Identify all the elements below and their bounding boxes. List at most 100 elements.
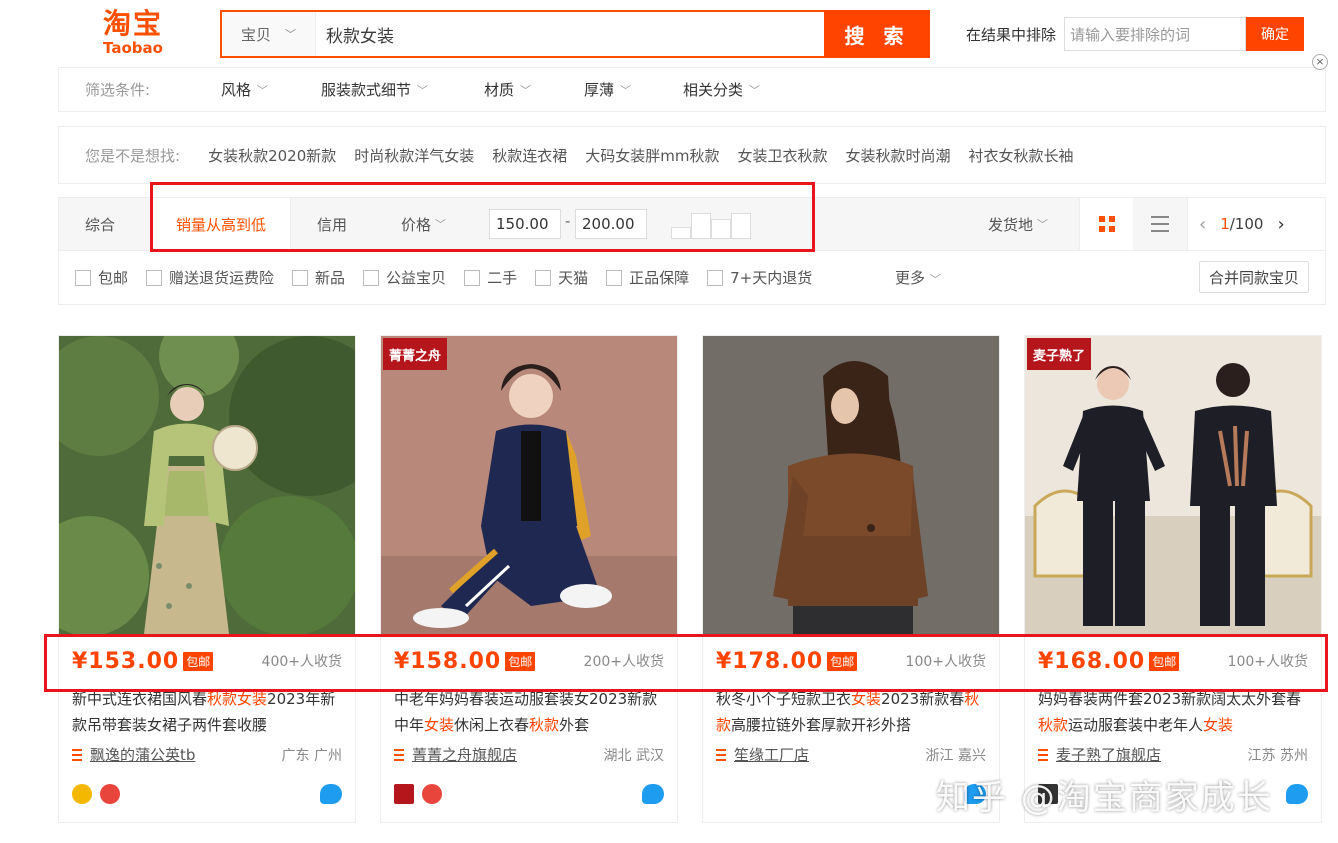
taobao-logo[interactable]: 淘宝 Taobao (88, 8, 178, 60)
filter-item-label: 风格 (221, 81, 252, 99)
product-image[interactable] (703, 336, 999, 634)
chevron-down-icon: ﹀ (417, 83, 429, 97)
free-shipping-tag: 包邮 (505, 651, 536, 671)
product-card[interactable]: 菁菁之舟 ¥158.00 包邮 200+人收货 中老年妈妈春装运动服套装女202… (380, 335, 678, 823)
checkbox-box[interactable] (292, 269, 309, 286)
checkbox-box[interactable] (707, 269, 724, 286)
sort-tab-price-label: 价格 (401, 215, 432, 234)
suggest-link[interactable]: 秋款连衣裙 (492, 145, 567, 166)
checkbox-label: 包邮 (98, 269, 129, 287)
checkbox-7day-return[interactable]: 7+天内退货 (707, 267, 812, 288)
checkbox-secondhand[interactable]: 二手 (464, 267, 517, 288)
shop-name[interactable]: 飘逸的蒲公英tb (90, 744, 195, 765)
shop-name[interactable]: 麦子熟了旗舰店 (1056, 744, 1161, 765)
page-total: /100 (1229, 215, 1264, 233)
product-image[interactable]: 麦子熟了 (1025, 336, 1321, 634)
product-card[interactable]: ¥153.00 包邮 400+人收货 新中式连衣裙国风春秋款女装2023年新款吊… (58, 335, 356, 823)
chevron-down-icon: ﹀ (929, 273, 941, 286)
next-page-icon[interactable]: › (1277, 214, 1284, 235)
sort-tab-price[interactable]: 价格 ﹀ (401, 198, 446, 250)
sales-count: 200+人收货 (583, 654, 664, 670)
shop-name[interactable]: 菁菁之舟旗舰店 (412, 744, 517, 765)
checkbox-genuine[interactable]: 正品保障 (606, 267, 689, 288)
ship-from-dropdown[interactable]: 发货地 ﹀ (988, 198, 1048, 250)
chevron-down-icon: ﹀ (520, 83, 532, 97)
grid-view-icon[interactable] (1099, 216, 1115, 232)
checkbox-tmall[interactable]: 天猫 (535, 267, 588, 288)
product-title[interactable]: 中老年妈妈春装运动服套装女2023新款中年女装休闲上衣春秋款外套 (394, 686, 664, 738)
title-highlight: 女装 (1203, 716, 1234, 734)
product-title[interactable]: 秋冬小个子短款卫衣女装2023新款春秋款高腰拉链外套厚款开衫外搭 (716, 686, 986, 738)
merge-same-button[interactable]: 合并同款宝贝 (1199, 261, 1309, 293)
wangwang-chat-icon[interactable] (320, 784, 342, 804)
search-button[interactable]: 搜 索 (824, 10, 930, 58)
title-text: 休闲上衣春 (454, 716, 530, 734)
free-shipping-tag: 包邮 (827, 651, 858, 671)
exclude-input[interactable]: 请输入要排除的词 (1064, 17, 1247, 51)
more-filters-button[interactable]: 更多 ﹀ (895, 267, 941, 288)
checkbox-charity[interactable]: 公益宝贝 (363, 267, 446, 288)
shop-name[interactable]: 笙缘工厂店 (734, 744, 809, 765)
title-highlight: 女装 (424, 716, 455, 734)
exclude-confirm-button[interactable]: 确定 (1246, 17, 1305, 51)
product-title[interactable]: 妈妈春装两件套2023新款阔太太外套春秋款运动服套装中老年人女装 (1038, 686, 1308, 738)
search-scope-select[interactable]: 宝贝 ﹀ (222, 12, 316, 56)
title-text: 妈妈春装两件套2023新款阔太太外套春 (1038, 690, 1302, 708)
list-view-icon[interactable] (1151, 216, 1169, 232)
suggest-link[interactable]: 大码女装胖mm秋款 (585, 145, 719, 166)
suggest-link[interactable]: 女装秋款2020新款 (208, 145, 336, 166)
title-text: 新中式连衣裙国风春 (72, 690, 208, 708)
filter-style[interactable]: 风格 ﹀ (221, 79, 321, 100)
checkbox-box[interactable] (75, 269, 91, 286)
checkbox-box[interactable] (146, 269, 163, 286)
prev-page-icon[interactable]: ‹ (1199, 214, 1206, 235)
filter-detail[interactable]: 服装款式细节 ﹀ (321, 79, 484, 100)
price-line: ¥153.00 包邮 400+人收货 (72, 648, 342, 674)
checkbox-box[interactable] (606, 269, 623, 286)
product-card[interactable]: ¥178.00 包邮 100+人收货 秋冬小个子短款卫衣女装2023新款春秋款高… (702, 335, 1000, 823)
gold-seller-icon[interactable] (72, 784, 92, 804)
checkbox-new[interactable]: 新品 (292, 267, 345, 288)
free-shipping-tag: 包邮 (1149, 651, 1180, 671)
product-title[interactable]: 新中式连衣裙国风春秋款女装2023年新款吊带套装女裙子两件套收腰 (72, 686, 342, 738)
search-input[interactable]: 秋款女装 (316, 12, 824, 56)
product-price: ¥158.00 (394, 648, 502, 674)
flower-icon[interactable] (422, 784, 442, 804)
filter-row: 筛选条件: 风格 ﹀ 服装款式细节 ﹀ 材质 ﹀ 厚薄 ﹀ 相关分类 ﹀ (58, 68, 1326, 112)
title-text: 外套 (559, 716, 590, 734)
flower-icon[interactable] (100, 784, 120, 804)
wangwang-chat-icon[interactable] (642, 784, 664, 804)
checkbox-free-shipping[interactable]: 包邮 (75, 267, 128, 288)
wangwang-chat-icon[interactable] (1286, 784, 1308, 804)
filter-thickness[interactable]: 厚薄 ﹀ (584, 79, 683, 100)
product-image[interactable]: 菁菁之舟 (381, 336, 677, 634)
price-distribution-icon[interactable] (671, 213, 753, 239)
suggest-link[interactable]: 衬衣女秋款长袖 (969, 145, 1074, 166)
more-label: 更多 (895, 269, 926, 287)
price-max-input[interactable]: 200.00 (575, 209, 647, 239)
suggest-link[interactable]: 女装秋款时尚潮 (846, 145, 951, 166)
product-image[interactable] (59, 336, 355, 634)
checkbox-box[interactable] (464, 269, 481, 286)
title-highlight: 秋款女装 (207, 690, 268, 708)
checkbox-return-insurance[interactable]: 赠送退货运费险 (146, 267, 274, 288)
ship-from-label: 发货地 (988, 215, 1034, 234)
checkbox-box[interactable] (535, 269, 552, 286)
checkbox-box[interactable] (363, 269, 380, 286)
filter-label: 筛选条件: (85, 81, 151, 99)
suggest-link[interactable]: 女装卫衣秋款 (738, 145, 828, 166)
price-min-input[interactable]: 150.00 (489, 209, 561, 239)
zhihu-watermark: 知乎 @淘宝商家成长 (936, 778, 1273, 818)
sort-tab-default[interactable]: 综合 (85, 198, 115, 250)
filter-category[interactable]: 相关分类 ﹀ (683, 79, 760, 100)
sort-tab-credit[interactable]: 信用 (317, 198, 347, 250)
sort-tab-sales[interactable]: 销量从高到低 (151, 198, 291, 250)
filter-material[interactable]: 材质 ﹀ (484, 79, 584, 100)
checkbox-label: 正品保障 (629, 269, 690, 287)
shop-icon (394, 748, 404, 761)
product-card[interactable]: 麦子熟了 ¥168.00 包邮 100+人收货 妈妈春装两件套2023新款阔太太… (1024, 335, 1322, 823)
suggest-link[interactable]: 时尚秋款洋气女装 (354, 145, 474, 166)
store-badge-icon[interactable] (394, 784, 414, 804)
checkbox-label: 新品 (315, 269, 346, 287)
brand-badge: 菁菁之舟 (383, 338, 448, 370)
